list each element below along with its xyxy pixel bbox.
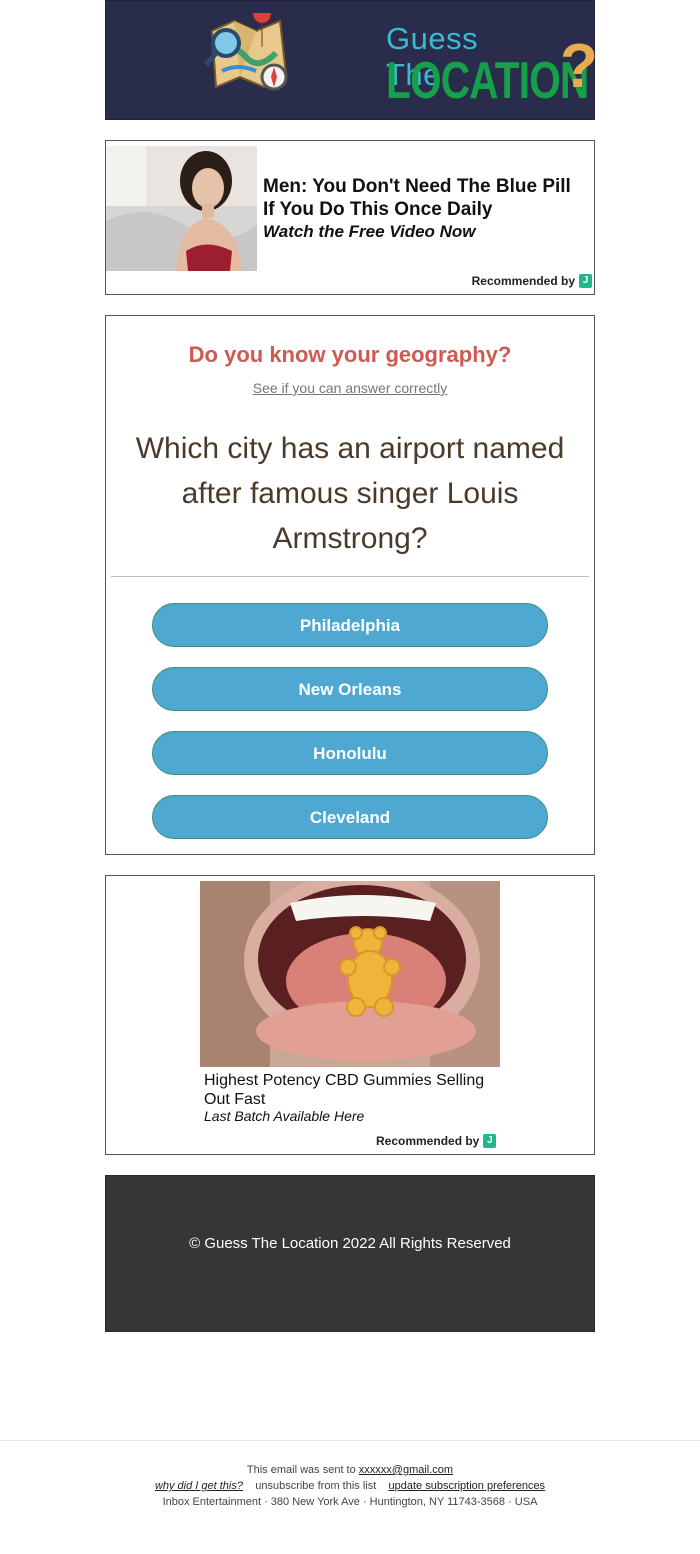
- ad1-recommended-by[interactable]: Recommended by J: [472, 274, 592, 288]
- quiz-question: Which city has an airport named after fa…: [135, 432, 565, 555]
- ad2-subline[interactable]: Last Batch Available Here: [204, 1108, 364, 1124]
- recommender-logo-icon: J: [579, 274, 592, 288]
- answer-button[interactable]: New Orleans: [152, 667, 548, 711]
- postal-address: Inbox Entertainment · 380 New York Ave ·…: [162, 1496, 538, 1508]
- logo[interactable]: Guess The LOCATION ?: [204, 11, 598, 110]
- quiz-card: Do you know your geography? See if you c…: [105, 315, 595, 855]
- recommender-logo-icon: J: [483, 1134, 497, 1148]
- ad1-image[interactable]: [106, 146, 257, 271]
- sponsored-ad-2[interactable]: Highest Potency CBD Gummies Selling Out …: [105, 875, 595, 1155]
- answer-button[interactable]: Philadelphia: [152, 603, 548, 647]
- ad2-headline[interactable]: Highest Potency CBD Gummies Selling Out …: [204, 1071, 504, 1109]
- sent-to-line: This email was sent to xxxxxx@gmail.com: [0, 1464, 700, 1476]
- logo-question-mark: ?: [560, 32, 598, 101]
- email-actions-line: why did I get this? unsubscribe from thi…: [0, 1480, 700, 1492]
- header-banner: Guess The LOCATION ?: [105, 0, 598, 120]
- ad1-subline[interactable]: Watch the Free Video Now: [263, 221, 583, 243]
- ad2-image[interactable]: [200, 881, 500, 1067]
- sponsored-ad-1[interactable]: Men: You Don't Need The Blue Pill If You…: [105, 140, 595, 295]
- why-link[interactable]: why did I get this?: [155, 1480, 243, 1492]
- answer-button[interactable]: Honolulu: [152, 731, 548, 775]
- quiz-subtitle-link[interactable]: See if you can answer correctly: [106, 380, 594, 396]
- email-footer: This email was sent to xxxxxx@gmail.com …: [0, 1440, 700, 1554]
- quiz-title: Do you know your geography?: [188, 342, 512, 367]
- preferences-link[interactable]: update subscription preferences: [389, 1480, 546, 1492]
- divider: [111, 576, 589, 577]
- ad1-text[interactable]: Men: You Don't Need The Blue Pill If You…: [263, 175, 583, 243]
- ad2-recommended-by[interactable]: Recommended by J: [376, 1134, 497, 1148]
- unsubscribe-link[interactable]: unsubscribe from this list: [255, 1480, 376, 1492]
- recipient-email-link[interactable]: xxxxxx@gmail.com: [359, 1464, 453, 1476]
- sent-to-label: This email was sent to: [246, 1464, 356, 1476]
- recommended-label: Recommended by: [471, 274, 575, 288]
- copyright-text: © Guess The Location 2022 All Rights Res…: [189, 1235, 511, 1252]
- site-footer: © Guess The Location 2022 All Rights Res…: [105, 1175, 595, 1332]
- recommended-label: Recommended by: [376, 1134, 480, 1148]
- map-icon: [204, 13, 288, 91]
- ad1-headline[interactable]: Men: You Don't Need The Blue Pill If You…: [263, 175, 583, 221]
- logo-text-location: LOCATION: [386, 52, 589, 110]
- answer-button[interactable]: Cleveland: [152, 795, 548, 839]
